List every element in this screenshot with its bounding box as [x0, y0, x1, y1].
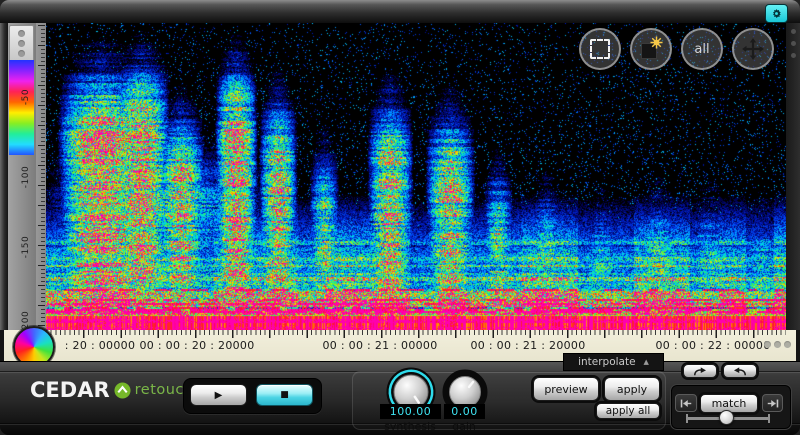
pan-button[interactable] — [732, 28, 774, 70]
redo-button[interactable] — [723, 364, 757, 378]
apply-all-label: apply all — [606, 405, 651, 417]
previous-bound-button[interactable] — [675, 394, 697, 412]
pan-icon — [740, 36, 766, 62]
stop-button[interactable]: ■ — [256, 384, 313, 406]
gear-icon — [770, 7, 783, 20]
grip-dot — [18, 40, 25, 47]
plugin-window: -50-100-150-200 all — [0, 0, 800, 435]
level-colorbar — [9, 60, 34, 155]
frame-dot — [791, 53, 796, 58]
time-major-ticks — [46, 330, 786, 338]
frame-dot — [791, 41, 796, 46]
marquee-select-button[interactable] — [579, 28, 621, 70]
fill-selection-button[interactable] — [630, 28, 672, 70]
redo-icon — [731, 367, 749, 376]
next-bound-button[interactable] — [762, 394, 783, 412]
undo-button[interactable] — [683, 364, 717, 378]
brand-name: CEDAR — [30, 378, 110, 402]
window-right-frame — [786, 23, 800, 330]
transport-controls: ▶ ■ — [183, 378, 322, 414]
settings-button[interactable] — [765, 4, 788, 23]
select-all-label: all — [694, 42, 709, 57]
grip-dot — [18, 50, 25, 57]
synthesis-value[interactable]: 100.00 — [380, 404, 441, 419]
spectrogram-canvas[interactable] — [46, 23, 786, 330]
interpolate-dropdown[interactable]: interpolate ▲ — [563, 353, 664, 371]
apply-button[interactable]: apply — [604, 377, 660, 401]
preview-label: preview — [544, 383, 587, 396]
arrow-to-start-icon — [679, 398, 693, 409]
vertical-scroll-thumb[interactable] — [9, 25, 34, 62]
marquee-icon — [590, 39, 610, 59]
apply-label: apply — [617, 383, 647, 396]
grip-dot — [18, 30, 25, 37]
match-label: match — [712, 397, 747, 410]
synthesis-label: synthesis — [384, 420, 436, 433]
time-bar-dots — [764, 341, 791, 348]
apply-all-button[interactable]: apply all — [596, 403, 660, 419]
undo-icon — [691, 367, 709, 376]
zoom-slider-thumb[interactable] — [719, 410, 734, 425]
fill-selection-icon — [641, 39, 661, 59]
window-left-frame — [0, 23, 8, 330]
arrow-to-end-icon — [766, 398, 780, 409]
interpolate-label: interpolate — [578, 356, 635, 368]
frame-dot — [791, 29, 796, 34]
cedar-logo-icon — [114, 382, 131, 399]
level-ruler — [36, 23, 46, 330]
select-all-button[interactable]: all — [681, 28, 723, 70]
gain-label: gain — [452, 420, 476, 433]
major-ticks — [38, 25, 45, 330]
play-icon: ▶ — [215, 390, 223, 401]
preview-button[interactable]: preview — [533, 377, 599, 401]
play-button[interactable]: ▶ — [190, 384, 247, 406]
gain-value[interactable]: 0.00 — [444, 404, 485, 419]
chevron-up-icon: ▲ — [644, 358, 649, 366]
title-bar[interactable] — [0, 0, 800, 23]
stop-icon: ■ — [280, 390, 289, 400]
brand-logo: CEDAR retouch — [30, 378, 194, 402]
